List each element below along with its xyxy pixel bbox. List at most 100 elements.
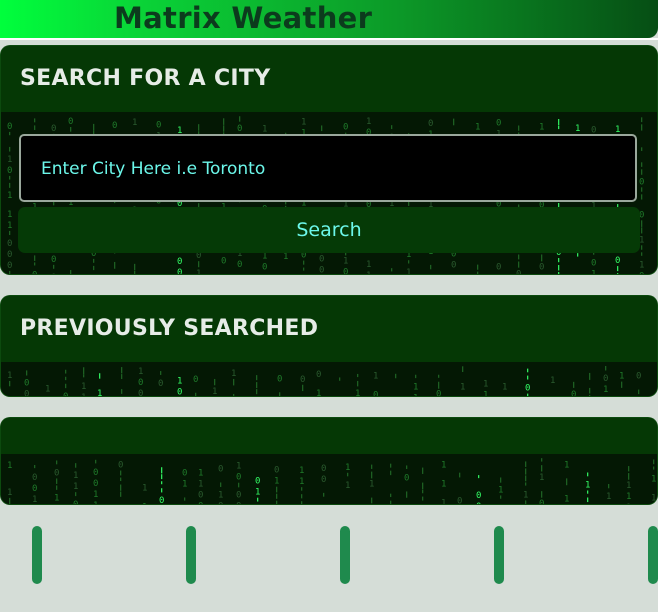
svg-text:0: 0 xyxy=(343,123,348,133)
svg-text:1: 1 xyxy=(142,483,147,493)
svg-text:1: 1 xyxy=(345,463,350,473)
svg-text:0: 0 xyxy=(177,268,182,274)
svg-text:1: 1 xyxy=(626,503,631,504)
svg-text:1: 1 xyxy=(483,391,488,396)
svg-text:1: 1 xyxy=(355,389,360,396)
svg-text:0: 0 xyxy=(496,262,501,272)
svg-text:0: 0 xyxy=(277,374,282,384)
svg-text:0: 0 xyxy=(255,477,260,487)
search-card-title: SEARCH FOR A CITY xyxy=(20,66,271,91)
svg-text:0: 0 xyxy=(118,461,123,471)
svg-text:0: 0 xyxy=(51,273,56,274)
svg-text:1: 1 xyxy=(619,372,624,382)
svg-text:0: 0 xyxy=(457,497,462,504)
city-search-input[interactable]: Enter City Here i.e Toronto xyxy=(19,134,637,202)
svg-text:1: 1 xyxy=(413,394,418,396)
svg-text:1: 1 xyxy=(502,382,507,392)
svg-text:0: 0 xyxy=(496,118,501,128)
history-card-header: PREVIOUSLY SEARCHED xyxy=(1,296,657,362)
svg-text:0: 0 xyxy=(156,120,161,130)
svg-text:1: 1 xyxy=(366,260,371,270)
svg-text:1: 1 xyxy=(97,389,102,396)
svg-text:0: 0 xyxy=(63,392,68,396)
svg-text:0: 0 xyxy=(7,250,12,260)
svg-text:1: 1 xyxy=(345,481,350,491)
svg-text:0: 0 xyxy=(639,271,644,274)
svg-text:1: 1 xyxy=(406,268,411,274)
svg-text:1: 1 xyxy=(81,393,86,396)
svg-text:0: 0 xyxy=(321,464,326,474)
svg-text:0: 0 xyxy=(138,378,143,388)
svg-text:1: 1 xyxy=(138,367,143,377)
svg-text:1: 1 xyxy=(73,482,78,492)
svg-text:1: 1 xyxy=(498,503,503,504)
svg-text:1: 1 xyxy=(413,383,418,393)
svg-text:1: 1 xyxy=(475,123,480,133)
svg-text:1: 1 xyxy=(441,461,446,471)
svg-text:1: 1 xyxy=(626,481,631,491)
svg-text:1: 1 xyxy=(369,480,374,490)
svg-text:0: 0 xyxy=(93,468,98,478)
svg-text:0: 0 xyxy=(177,257,182,267)
app-header: Matrix Weather xyxy=(0,0,658,38)
svg-text:1: 1 xyxy=(301,118,306,128)
svg-text:1: 1 xyxy=(7,371,12,381)
svg-text:0: 0 xyxy=(138,389,143,396)
svg-text:1: 1 xyxy=(606,492,611,502)
svg-text:0: 0 xyxy=(539,262,544,272)
svg-text:1: 1 xyxy=(7,461,12,471)
svg-text:1: 1 xyxy=(274,477,279,487)
svg-text:0: 0 xyxy=(476,491,481,501)
svg-text:1: 1 xyxy=(651,493,656,503)
svg-text:0: 0 xyxy=(236,473,241,483)
svg-text:0: 0 xyxy=(428,119,433,129)
svg-text:1: 1 xyxy=(651,474,656,484)
svg-text:0: 0 xyxy=(300,375,305,385)
svg-text:0: 0 xyxy=(7,239,12,249)
svg-text:1: 1 xyxy=(182,479,187,489)
svg-text:0: 0 xyxy=(319,254,324,264)
svg-text:0: 0 xyxy=(221,256,226,266)
svg-text:0: 0 xyxy=(591,258,596,268)
svg-text:1: 1 xyxy=(550,376,555,386)
svg-text:1: 1 xyxy=(575,124,580,134)
matrix-background: 1100101111000110110011100010100001011100… xyxy=(1,454,657,504)
svg-text:1: 1 xyxy=(523,490,528,500)
svg-text:0: 0 xyxy=(7,166,12,176)
svg-text:1: 1 xyxy=(539,122,544,132)
svg-text:0: 0 xyxy=(159,496,164,504)
svg-text:0: 0 xyxy=(343,268,348,274)
svg-text:1: 1 xyxy=(45,385,50,395)
svg-text:0: 0 xyxy=(237,124,242,134)
svg-text:1: 1 xyxy=(7,221,12,231)
svg-text:1: 1 xyxy=(231,369,236,379)
svg-text:1: 1 xyxy=(591,269,596,274)
svg-text:0: 0 xyxy=(51,255,56,265)
svg-text:1: 1 xyxy=(585,480,590,490)
search-button[interactable]: Search xyxy=(18,207,640,253)
svg-text:1: 1 xyxy=(262,252,267,262)
svg-text:0: 0 xyxy=(525,384,530,394)
svg-text:0: 0 xyxy=(93,479,98,489)
svg-text:1: 1 xyxy=(32,495,37,504)
svg-text:0: 0 xyxy=(73,500,78,504)
city-input-text: Enter City Here i.e Toronto xyxy=(41,159,266,179)
svg-text:0: 0 xyxy=(193,375,198,385)
svg-text:1: 1 xyxy=(564,460,569,470)
svg-text:1: 1 xyxy=(142,502,147,504)
svg-text:1: 1 xyxy=(236,462,241,472)
svg-text:1: 1 xyxy=(255,488,260,498)
svg-text:1: 1 xyxy=(299,477,304,487)
svg-text:0: 0 xyxy=(7,122,12,132)
svg-text:1: 1 xyxy=(373,372,378,382)
svg-text:1: 1 xyxy=(212,387,217,396)
svg-text:1: 1 xyxy=(564,494,569,504)
svg-text:1: 1 xyxy=(343,257,348,267)
forecast-card xyxy=(186,526,196,584)
svg-text:1: 1 xyxy=(299,466,304,476)
svg-text:0: 0 xyxy=(274,466,279,476)
svg-text:0: 0 xyxy=(615,256,620,266)
svg-text:0: 0 xyxy=(316,370,321,380)
svg-text:1: 1 xyxy=(366,117,371,127)
history-card-title: PREVIOUSLY SEARCHED xyxy=(20,316,319,341)
